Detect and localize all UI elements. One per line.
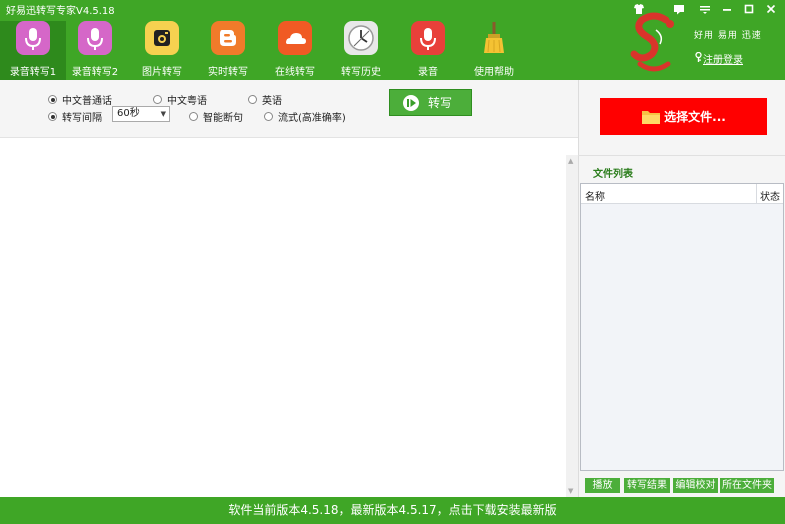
interval-select-value: 60秒 [117,108,140,119]
toolbar-label: 在线转写 [275,67,315,78]
toolbar-label: 转写历史 [341,67,381,78]
column-separator[interactable] [756,184,757,204]
play-icon [403,94,419,111]
choose-file-label: 选择文件... [664,110,726,124]
column-header-name[interactable]: 名称 [585,188,605,203]
header-bar: 好易迅转写专家V4.5.18 录音转写1 录音转写2 图片转写 实时转写 在线转… [0,0,785,80]
option-interval-label: 转写间隔 [62,113,102,124]
radio-interval[interactable] [48,112,57,121]
open-folder-button[interactable]: 所在文件夹 [720,478,774,493]
option-mandarin-label: 中文普通话 [62,96,112,107]
maximize-icon[interactable] [741,1,757,17]
option-cantonese-label: 中文粤语 [167,96,207,107]
file-list-table[interactable]: 名称 状态 [580,183,784,471]
play-button[interactable]: 播放 [585,478,620,493]
option-smart-break-label: 智能断句 [203,113,243,124]
radio-english[interactable] [248,95,257,104]
blogger-icon [211,21,245,55]
login-link[interactable]: 注册登录 [703,51,743,66]
toolbar-label: 使用帮助 [474,67,514,78]
status-message[interactable]: 软件当前版本4.5.18，最新版本4.5.17，点击下载安装最新版 [228,503,556,517]
choose-file-button[interactable]: 选择文件... [600,98,767,135]
brand-logo [626,10,682,78]
edit-proofread-button[interactable]: 编辑校对 [673,478,718,493]
transcribe-button-label: 转写 [428,96,453,110]
toolbar-item-record[interactable]: 录音 [395,21,461,80]
menu-icon[interactable] [697,1,713,17]
status-bar[interactable]: 软件当前版本4.5.18，最新版本4.5.17，点击下载安装最新版 [0,497,785,524]
file-list-header: 名称 状态 [581,184,783,204]
radio-smart-break[interactable] [189,112,198,121]
toolbar-label: 录音转写2 [71,67,119,78]
toolbar-label: 图片转写 [142,67,182,78]
brand-slogan: 好用 易用 迅速 [694,31,762,41]
folder-icon [642,110,661,124]
radio-cantonese[interactable] [153,95,162,104]
broom-icon [477,21,511,55]
radio-mandarin[interactable] [48,95,57,104]
clock-icon [344,21,378,55]
transcript-editor[interactable] [0,139,566,497]
option-cantonese[interactable]: 中文粤语 [153,92,207,107]
minimize-icon[interactable] [719,1,735,17]
chevron-down-icon: ▼ [160,110,166,118]
toolbar-item-record-transcribe-1[interactable]: 录音转写1 [0,21,66,80]
toolbar-item-record-transcribe-2[interactable]: 录音转写2 [62,21,128,80]
camera-icon [145,21,179,55]
transcribe-button[interactable]: 转写 [389,89,472,116]
transcribe-result-button[interactable]: 转写结果 [624,478,670,493]
toolbar-label: 录音转写1 [9,67,57,78]
option-english[interactable]: 英语 [248,92,282,107]
divider [578,155,785,156]
toolbar-label: 实时转写 [208,67,248,78]
option-english-label: 英语 [262,96,282,107]
microphone-icon [78,21,112,55]
option-streaming-label: 流式(高准确率) [278,113,346,124]
column-header-status[interactable]: 状态 [760,188,780,203]
option-smart-break[interactable]: 智能断句 [189,109,243,124]
option-interval[interactable]: 转写间隔 [48,109,102,124]
cloud-icon [278,21,312,55]
file-list-title: 文件列表 [593,169,633,180]
option-streaming[interactable]: 流式(高准确率) [264,109,346,124]
editor-scrollbar[interactable]: ▲ ▼ [566,155,578,497]
window-title: 好易迅转写专家V4.5.18 [6,6,115,17]
radio-streaming[interactable] [264,112,273,121]
toolbar-label: 录音 [418,67,438,78]
toolbar-item-online-transcribe[interactable]: 在线转写 [262,21,328,80]
microphone-icon [411,21,445,55]
interval-select[interactable]: 60秒 ▼ [112,106,170,122]
toolbar-item-realtime-transcribe[interactable]: 实时转写 [195,21,261,80]
toolbar-item-image-transcribe[interactable]: 图片转写 [129,21,195,80]
scroll-down-icon[interactable]: ▼ [568,487,573,495]
toolbar-item-transcribe-history[interactable]: 转写历史 [328,21,394,80]
option-mandarin[interactable]: 中文普通话 [48,92,112,107]
toolbar-item-help[interactable]: 使用帮助 [461,21,527,80]
microphone-icon [16,21,50,55]
close-icon[interactable] [763,1,779,17]
scroll-up-icon[interactable]: ▲ [568,157,573,165]
key-icon [694,51,703,62]
